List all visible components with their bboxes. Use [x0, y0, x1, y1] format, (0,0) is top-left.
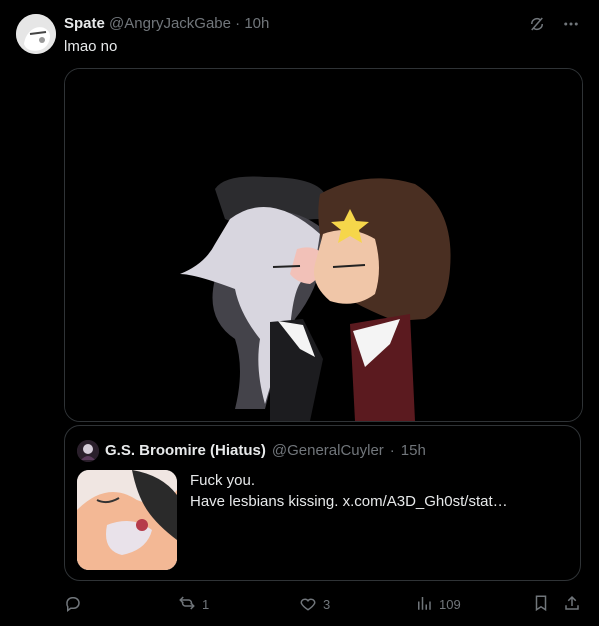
quoted-time[interactable]: 15h: [401, 441, 426, 461]
reply-icon: [64, 594, 82, 615]
share-button[interactable]: [563, 594, 581, 615]
author-name[interactable]: Spate: [64, 15, 105, 32]
tweet-text: lmao no: [64, 38, 118, 55]
bookmark-icon: [532, 594, 550, 615]
views-button[interactable]: 109: [415, 594, 461, 615]
share-icon: [563, 594, 581, 615]
tweet-time[interactable]: 10h: [244, 15, 269, 32]
tweet-actions-bar: 1 3 109: [64, 594, 584, 616]
quoted-author-name[interactable]: G.S. Broomire (Hiatus): [105, 441, 266, 461]
bookmark-button[interactable]: [532, 594, 550, 615]
tweet-header: Spate @AngryJackGabe · 10h: [64, 14, 269, 34]
quoted-text-line-2: Have lesbians kissing. x.com/A3D_Gh0st/s…: [190, 493, 508, 510]
tweet-media-image[interactable]: [64, 68, 583, 422]
quoted-tweet[interactable]: G.S. Broomire (Hiatus) @GeneralCuyler · …: [64, 425, 581, 581]
like-count: 3: [323, 597, 331, 612]
grok-icon[interactable]: [527, 14, 547, 34]
retweet-count: 1: [202, 597, 210, 612]
views-count: 109: [439, 597, 461, 612]
author-handle[interactable]: @AngryJackGabe: [109, 15, 231, 32]
quoted-media-thumbnail[interactable]: [77, 470, 177, 570]
tweet-top-actions: [527, 14, 581, 34]
views-icon: [415, 594, 433, 615]
quoted-text-line-1: Fuck you.: [190, 472, 256, 489]
quoted-header: G.S. Broomire (Hiatus) @GeneralCuyler · …: [77, 440, 426, 462]
author-avatar[interactable]: [16, 14, 56, 54]
quoted-separator: ·: [389, 442, 395, 459]
quoted-text: Fuck you. Have lesbians kissing. x.com/A…: [190, 470, 508, 512]
quoted-avatar[interactable]: [77, 440, 99, 462]
header-separator: ·: [235, 15, 241, 32]
like-icon: [299, 594, 317, 615]
retweet-button[interactable]: 1: [178, 594, 209, 615]
retweet-icon: [178, 594, 196, 615]
more-icon[interactable]: [561, 14, 581, 34]
reply-button[interactable]: [64, 594, 88, 615]
like-button[interactable]: 3: [299, 594, 330, 615]
quoted-author-handle[interactable]: @GeneralCuyler: [272, 441, 384, 461]
